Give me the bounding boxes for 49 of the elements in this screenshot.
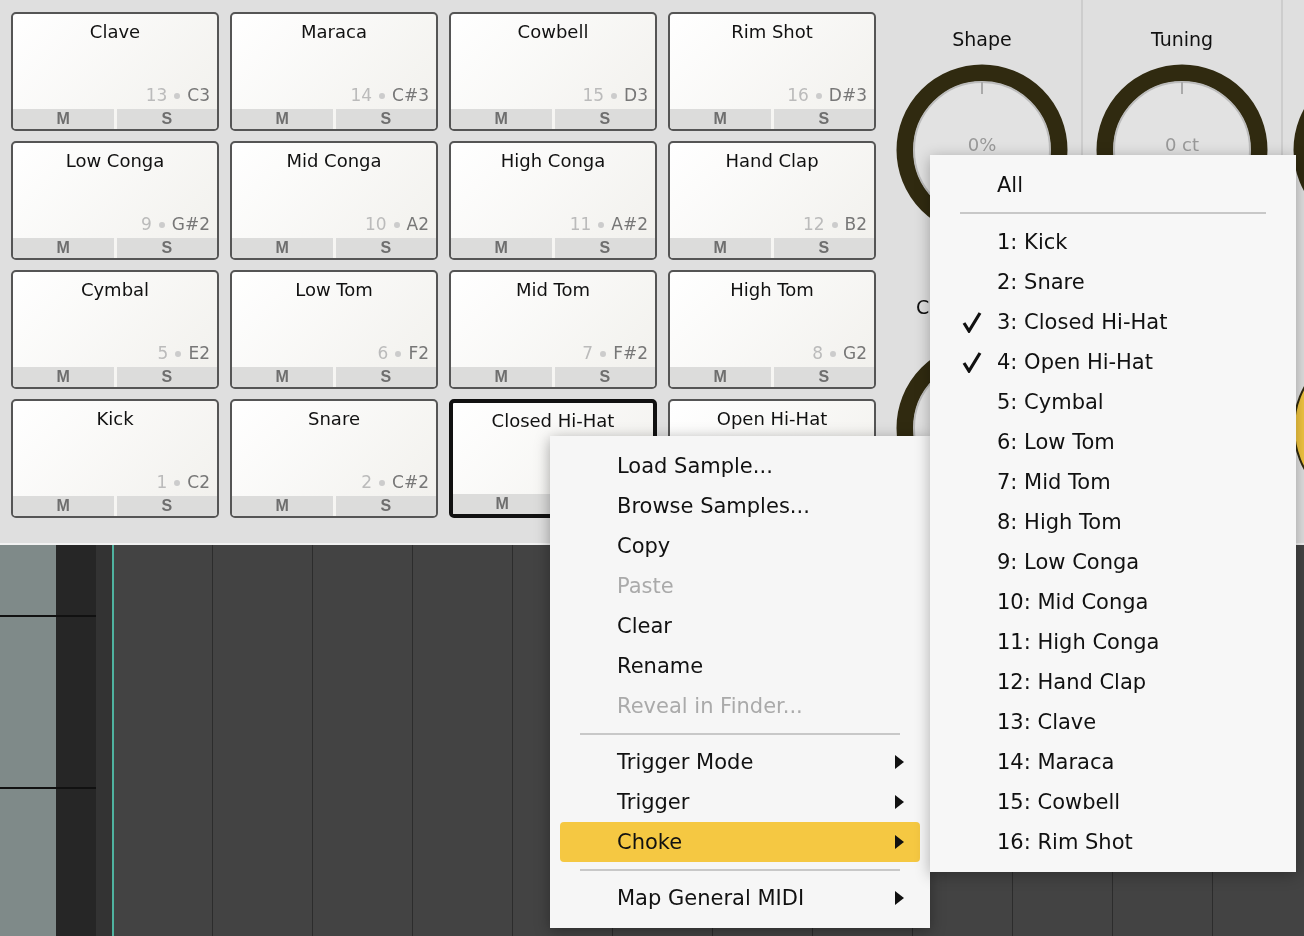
pad-number: 16: [787, 85, 809, 105]
pad-name: Snare: [307, 408, 361, 431]
pad-note: C2: [187, 472, 210, 492]
pad-note: G#2: [171, 214, 210, 234]
pad-name: Cowbell: [516, 21, 590, 44]
pad-note: F2: [408, 343, 429, 363]
pad-name: High Tom: [729, 279, 815, 302]
pad-name: High Conga: [499, 150, 607, 173]
pad-number: 6: [377, 343, 389, 363]
pad-note: G2: [843, 343, 867, 363]
knob-label: Tuning: [1150, 28, 1214, 50]
pad-note: D3: [624, 85, 648, 105]
pad-number: 2: [361, 472, 373, 492]
pad-note: D#3: [828, 85, 867, 105]
knob-label: C: [916, 296, 930, 318]
pad-name: Closed Hi-Hat: [490, 410, 616, 433]
pad-note: F#2: [613, 343, 648, 363]
knob-value: 0%: [966, 134, 998, 155]
pad-name: Hand Clap: [724, 150, 820, 173]
pad-name: Low Conga: [64, 150, 166, 173]
knob-label: Shape: [952, 28, 1012, 50]
pad-number: 1: [156, 472, 168, 492]
pad-name: Rim Shot: [730, 21, 814, 44]
pad-name: Mid Tom: [514, 279, 592, 302]
pad-number: 8: [812, 343, 823, 363]
pad-number: 7: [582, 343, 594, 363]
pad-name: Clave: [88, 21, 142, 44]
pad-note: A#2: [611, 214, 648, 234]
pad-number: 9: [140, 214, 152, 234]
pad-note: C#2: [392, 472, 429, 492]
pad-number: 12: [802, 214, 825, 234]
pad-name: Kick: [95, 408, 135, 431]
pad-note: E2: [188, 343, 210, 363]
pad-name: Open Hi-Hat: [715, 408, 829, 431]
pad-note: B2: [844, 214, 867, 234]
pad-number: 10: [364, 214, 387, 234]
pad-number: 13: [145, 85, 168, 105]
pad-name: Mid Conga: [285, 150, 383, 173]
pad-name: Cymbal: [79, 279, 151, 302]
pad-note: C#3: [392, 85, 429, 105]
pad-number: 5: [157, 343, 169, 363]
pad-name: Low Tom: [294, 279, 374, 302]
pad-note: A2: [406, 214, 429, 234]
pad-number: 14: [350, 85, 373, 105]
knob-value: 0 ct: [1163, 134, 1201, 155]
pad-number: 11: [569, 214, 592, 234]
pad-number: 15: [582, 85, 605, 105]
pad-note: C3: [187, 85, 210, 105]
pad-name: Maraca: [300, 21, 368, 44]
